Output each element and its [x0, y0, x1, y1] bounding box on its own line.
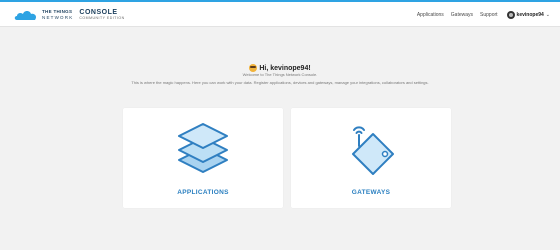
chevron-down-icon: ⌄ — [545, 12, 550, 18]
brand-line-2: NETWORK — [42, 14, 74, 20]
greeting-line: Hi, kevinope94! — [249, 64, 311, 72]
ttn-console-logo[interactable]: THE THINGS NETWORK CONSOLE COMMUNITY EDI… — [14, 7, 125, 23]
console-title: CONSOLE — [79, 9, 118, 17]
user-menu[interactable]: kevinope94 ⌄ — [506, 11, 550, 19]
gateways-card[interactable]: GATEWAYS — [291, 108, 451, 208]
brand-line-1: THE THINGS — [42, 9, 73, 14]
user-name: kevinope94 — [516, 12, 544, 18]
applications-label: APPLICATIONS — [177, 189, 229, 196]
applications-card[interactable]: APPLICATIONS — [123, 108, 283, 208]
ttn-wordmark: THE THINGS NETWORK — [42, 9, 74, 20]
console-subtitle: COMMUNITY EDITION — [79, 16, 125, 21]
welcome-text: Welcome to The Things Network Console. — [242, 72, 318, 77]
sunglasses-emoji-icon — [249, 64, 258, 72]
avatar — [506, 11, 515, 19]
description-text: This is where the magic happens. Here yo… — [131, 80, 429, 85]
top-navigation-bar: THE THINGS NETWORK CONSOLE COMMUNITY EDI… — [0, 0, 560, 27]
nav-gateways[interactable]: Gateways — [451, 12, 473, 18]
greeting-text: Hi, kevinope94! — [259, 64, 311, 72]
nav-support[interactable]: Support — [480, 12, 498, 18]
gateway-device-icon — [352, 126, 394, 175]
ttn-cloud-icon — [14, 11, 37, 20]
top-nav: Applications Gateways Support kevinope94… — [410, 11, 550, 19]
nav-applications[interactable]: Applications — [417, 12, 444, 18]
gateways-label: GATEWAYS — [351, 189, 391, 196]
console-wordmark: CONSOLE COMMUNITY EDITION — [79, 9, 124, 21]
stacked-layers-icon — [178, 123, 228, 173]
